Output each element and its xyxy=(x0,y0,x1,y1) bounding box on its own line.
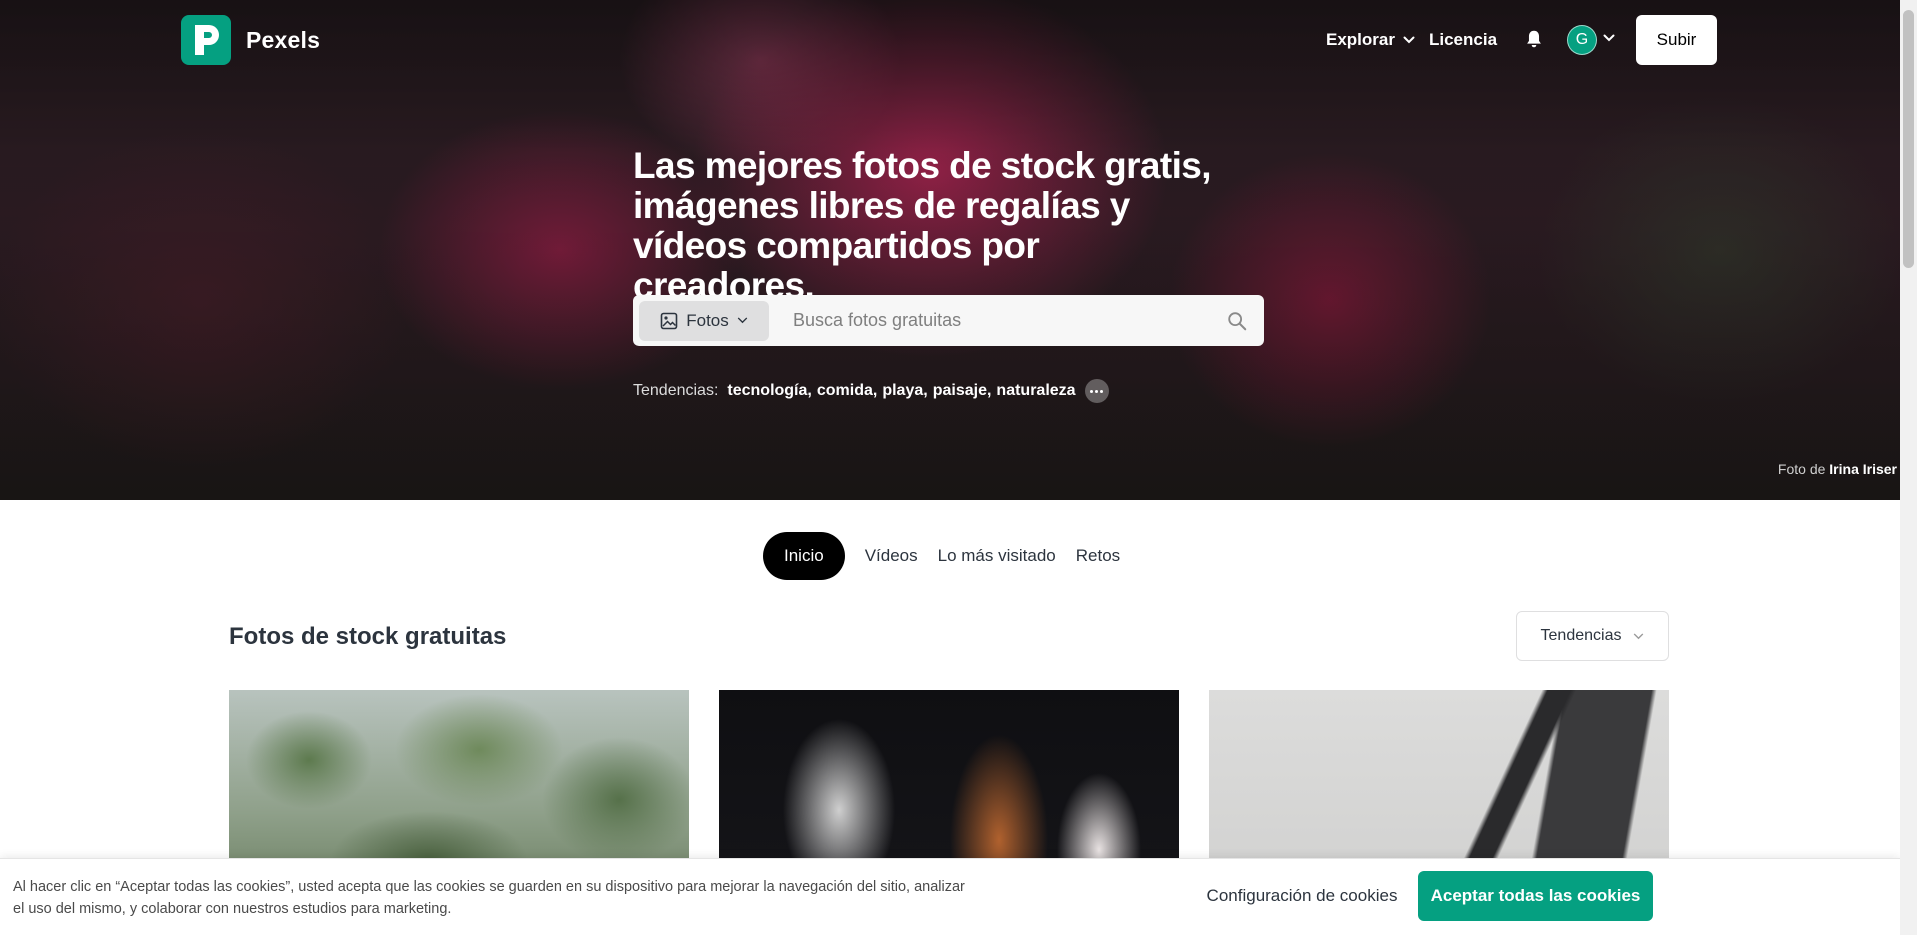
avatar[interactable]: G xyxy=(1567,25,1597,55)
search-bar: Fotos xyxy=(633,295,1264,346)
content-tabs: Inicio Vídeos Lo más visitado Retos xyxy=(763,532,1130,580)
hero-title: Las mejores fotos de stock gratis, imáge… xyxy=(633,145,1212,306)
trend-link[interactable]: tecnología xyxy=(727,382,807,400)
logo-text[interactable]: Pexels xyxy=(246,27,320,54)
tab-videos[interactable]: Vídeos xyxy=(855,532,928,580)
image-icon xyxy=(660,312,678,329)
search-type-select[interactable]: Fotos xyxy=(639,300,769,341)
accept-cookies-button[interactable]: Aceptar todas las cookies xyxy=(1418,871,1653,921)
trending-searches: Tendencias: tecnología, comida, playa, p… xyxy=(633,379,1109,403)
pexels-logo-icon[interactable] xyxy=(181,15,231,65)
license-link[interactable]: Licencia xyxy=(1429,30,1497,50)
trend-link[interactable]: naturaleza xyxy=(996,382,1075,400)
license-label: Licencia xyxy=(1429,30,1498,49)
section-title: Fotos de stock gratuitas xyxy=(229,623,507,650)
bell-icon[interactable] xyxy=(1523,28,1545,50)
cookie-text: Al hacer clic en “Aceptar todas las cook… xyxy=(13,879,965,917)
tab-challenges[interactable]: Retos xyxy=(1066,532,1130,580)
trends-label: Tendencias: xyxy=(633,382,719,399)
chevron-down-icon xyxy=(1634,633,1644,639)
upload-button[interactable]: Subir xyxy=(1636,15,1717,65)
sort-label: Tendencias xyxy=(1540,627,1622,644)
chevron-down-icon xyxy=(737,317,747,324)
sort-select[interactable]: Tendencias xyxy=(1516,611,1669,661)
tab-home[interactable]: Inicio xyxy=(763,532,845,580)
credit-prefix: Foto de xyxy=(1777,461,1826,477)
trend-link[interactable]: paisaje xyxy=(933,382,987,400)
search-type-label: Fotos xyxy=(686,310,729,330)
cookie-settings-button[interactable]: Configuración de cookies xyxy=(1186,871,1418,921)
chevron-down-icon xyxy=(1403,36,1415,44)
trend-link[interactable]: playa xyxy=(882,382,923,400)
chevron-down-icon[interactable] xyxy=(1603,34,1615,42)
credit-author-link[interactable]: Irina Iriser xyxy=(1829,461,1897,477)
search-input[interactable] xyxy=(769,300,1226,341)
scrollbar-thumb[interactable] xyxy=(1903,10,1914,268)
page-scrollbar[interactable] xyxy=(1900,0,1917,935)
explore-menu[interactable]: Explorar xyxy=(1326,30,1415,50)
search-icon[interactable] xyxy=(1226,310,1248,332)
tab-popular[interactable]: Lo más visitado xyxy=(928,532,1066,580)
more-dots-icon[interactable] xyxy=(1084,379,1109,403)
top-nav: Pexels Explorar Licencia G Subir xyxy=(0,0,1900,80)
trend-link[interactable]: comida xyxy=(817,382,873,400)
cookie-banner: Al hacer clic en “Aceptar todas las cook… xyxy=(0,858,1900,935)
explore-label: Explorar xyxy=(1326,30,1395,49)
photo-credit: Foto de Irina Iriser xyxy=(1778,461,1897,477)
